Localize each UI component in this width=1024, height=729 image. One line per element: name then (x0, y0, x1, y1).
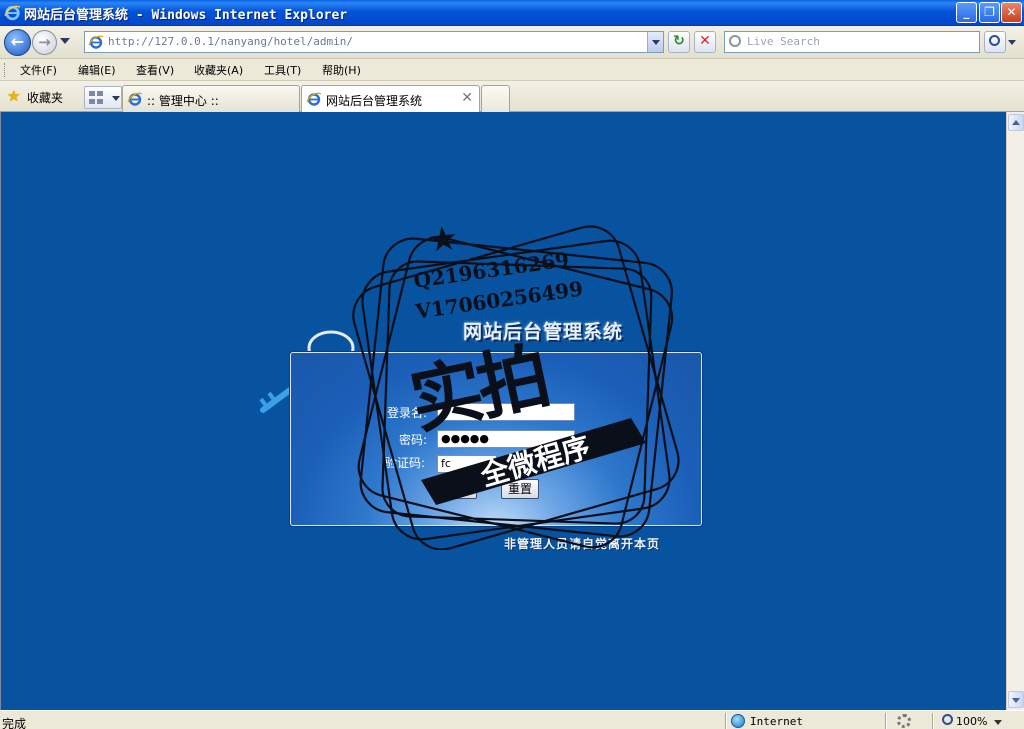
quick-tabs-icon (89, 91, 103, 104)
search-icon (989, 35, 1000, 46)
ie-logo-icon (4, 5, 21, 21)
menu-help[interactable]: 帮助(H) (322, 62, 361, 78)
menu-view[interactable]: 查看(V) (136, 62, 174, 78)
page-content: 网站后台管理系统 登录名: 密码: ●●●●● 验证码: fc 提交 重置 非管… (0, 112, 1006, 710)
status-divider (932, 713, 934, 729)
vertical-scrollbar[interactable] (1006, 112, 1024, 710)
refresh-button[interactable]: ↻ (668, 31, 690, 53)
menu-tools[interactable]: 工具(T) (264, 62, 301, 78)
favorites-button[interactable]: 收藏夹 (27, 89, 63, 106)
search-field-icon (729, 35, 741, 47)
address-url: http://127.0.0.1/nanyang/hotel/admin/ (108, 35, 354, 48)
page-ie-icon (88, 35, 104, 49)
recent-pages-dropdown[interactable] (60, 38, 70, 44)
scroll-down-button[interactable] (1008, 691, 1024, 708)
protected-mode-icon[interactable] (897, 714, 911, 728)
tab-label: 网站后台管理系统 (326, 94, 423, 108)
menu-file[interactable]: 文件(F) (20, 62, 57, 78)
search-placeholder: Live Search (747, 35, 820, 48)
toolbar-grip[interactable] (4, 63, 7, 77)
tab-ie-icon (127, 92, 143, 106)
internet-zone-icon (731, 714, 745, 728)
search-button[interactable] (984, 31, 1006, 53)
address-toolbar: ← → http://127.0.0.1/nanyang/hotel/admin… (0, 26, 1024, 59)
menu-edit[interactable]: 编辑(E) (78, 62, 116, 78)
svg-text:★: ★ (426, 218, 460, 261)
status-text: 完成 (2, 717, 27, 729)
address-dropdown-button[interactable] (647, 32, 663, 52)
close-tab-icon[interactable]: ✕ (461, 90, 473, 106)
forward-button[interactable]: → (32, 30, 57, 55)
tab-bar: ★ 收藏夹 :: 管理中心 :: 网站后台管理系统 ✕ (0, 81, 1024, 113)
zoom-level[interactable]: 100% (956, 715, 987, 728)
tab-list-dropdown[interactable] (112, 96, 120, 101)
zoom-icon (942, 714, 953, 725)
restore-button[interactable]: ❐ (979, 2, 1000, 23)
menu-favorites[interactable]: 收藏夹(A) (194, 62, 243, 78)
new-tab-button[interactable] (481, 85, 510, 112)
quick-tabs-button[interactable] (84, 86, 122, 109)
status-divider (725, 713, 727, 729)
tab-ie-icon (306, 92, 322, 106)
svg-text:★: ★ (619, 418, 641, 446)
close-window-button[interactable]: ✕ (1001, 2, 1022, 23)
scroll-up-button[interactable] (1008, 114, 1024, 131)
search-input[interactable]: Live Search (724, 31, 980, 53)
tab-admin-login[interactable]: 网站后台管理系统 ✕ (301, 85, 480, 113)
back-button[interactable]: ← (4, 29, 31, 56)
tab-admin-center[interactable]: :: 管理中心 :: (122, 85, 300, 112)
menu-bar: 文件(F) 编辑(E) 查看(V) 收藏夹(A) 工具(T) 帮助(H) (0, 59, 1024, 81)
favorites-star-icon[interactable]: ★ (7, 89, 20, 104)
security-zone[interactable]: Internet (750, 715, 803, 728)
window-title: 网站后台管理系统 - Windows Internet Explorer (24, 8, 348, 23)
search-options-dropdown[interactable] (1006, 31, 1018, 53)
minimize-button[interactable]: _ (956, 2, 977, 23)
window-title-bar[interactable]: 网站后台管理系统 - Windows Internet Explorer _ ❐… (0, 0, 1024, 26)
stop-button[interactable]: ✕ (694, 31, 716, 53)
tab-label: :: 管理中心 :: (147, 94, 219, 108)
status-bar: 完成 Internet 100% (0, 710, 1024, 729)
status-divider (885, 713, 887, 729)
address-input[interactable]: http://127.0.0.1/nanyang/hotel/admin/ (84, 31, 664, 53)
zoom-dropdown[interactable] (994, 720, 1002, 725)
